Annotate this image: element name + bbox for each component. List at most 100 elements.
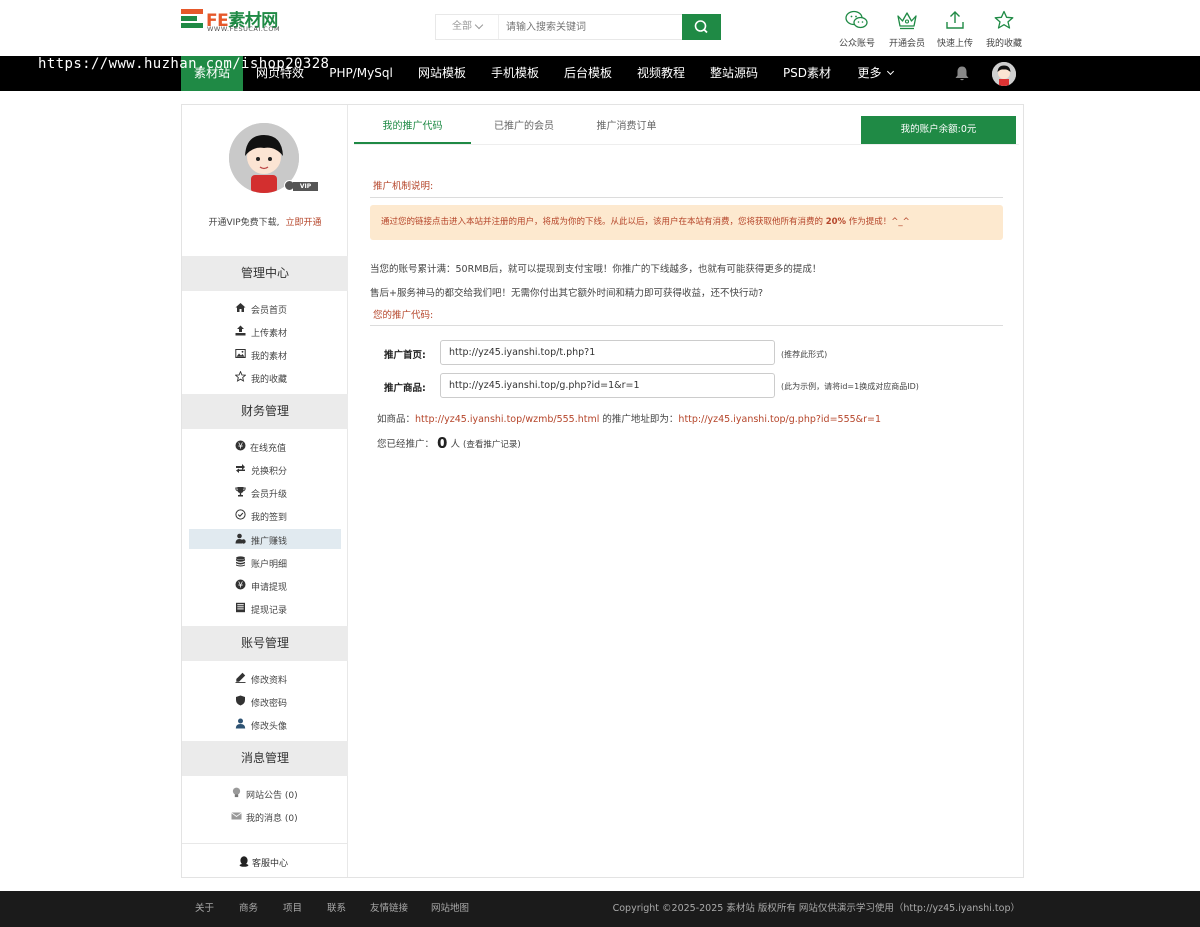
search-bar: 全部 [435, 14, 721, 40]
sidebar-item-upgrade[interactable]: 会员升级 [182, 482, 348, 502]
watermark-text: https://www.huzhan.com/ishop20328 [38, 56, 330, 72]
footer-link-about[interactable]: 关于 [195, 891, 214, 927]
quick-upload-button[interactable]: 快速上传 [935, 10, 975, 49]
my-favorites-label: 我的收藏 [985, 39, 1022, 49]
sidebar-item-label: 推广赚钱 [251, 537, 288, 547]
site-header: FE素材网 WWW.FESUCAI.COM 全部 公众账号 开通会员 快速上传 … [0, 0, 1200, 56]
vip-open-label: 开通会员 [888, 39, 925, 49]
wechat-icon [845, 10, 868, 29]
site-footer: 关于 商务 项目 联系 友情链接 网站地图 Copyright ©2025-20… [0, 891, 1200, 927]
promo-count: 您已经推广： 0 人 (查看推广记录) [377, 433, 521, 452]
sidebar-item-withdraw-records[interactable]: 提现记录 [182, 598, 348, 618]
promotion-notice: 通过您的链接点击进入本站并注册的用户，将成为你的下线。从此以后，该用户在本站有消… [370, 205, 1003, 240]
vip-badge: VIP [284, 180, 318, 191]
wechat-account-button[interactable]: 公众账号 [837, 10, 877, 49]
example-promo-link[interactable]: http://yz45.iyanshi.top/g.php?id=555&r=1 [678, 414, 881, 425]
vip-note-text: 开通VIP免费下载, [208, 218, 280, 228]
nav-item-full-source[interactable]: 整站源码 [702, 56, 766, 91]
vip-open-button[interactable]: 开通会员 [887, 10, 927, 49]
section-management-center: 管理中心 [182, 256, 348, 291]
sidebar-item-change-avatar[interactable]: 修改头像 [182, 714, 348, 734]
example-product-link[interactable]: http://yz45.iyanshi.top/wzmb/555.html [415, 414, 599, 425]
sidebar-item-recharge[interactable]: ¥ 在线充值 [182, 436, 348, 456]
promo-product-url-field[interactable] [440, 373, 775, 398]
sidebar-item-label: 会员升级 [251, 490, 288, 500]
site-logo[interactable]: FE素材网 WWW.FESUCAI.COM [181, 8, 291, 33]
search-category-label: 全部 [452, 21, 472, 32]
sidebar-item-edit-profile[interactable]: 修改资料 [182, 668, 348, 688]
svg-text:¥: ¥ [238, 580, 243, 589]
tab-bar: 我的推广代码 已推广的会员 推广消费订单 [354, 105, 674, 145]
quick-upload-label: 快速上传 [936, 39, 973, 49]
customer-service-label: 客服中心 [252, 859, 289, 869]
star-icon [994, 10, 1014, 29]
image-icon [235, 349, 246, 358]
nav-item-video-tutorials[interactable]: 视频教程 [629, 56, 693, 91]
sidebar-item-checkin[interactable]: 我的签到 [182, 505, 348, 525]
footer-link-contact[interactable]: 联系 [327, 891, 346, 927]
sidebar-item-change-password[interactable]: 修改密码 [182, 691, 348, 711]
account-balance-button[interactable]: 我的账户余额:0元 [861, 116, 1016, 144]
sidebar-item-upload[interactable]: 上传素材 [182, 321, 348, 341]
sidebar-item-exchange-points[interactable]: 兑换积分 [182, 459, 348, 479]
nav-item-mobile-templates[interactable]: 手机模板 [483, 56, 547, 91]
sidebar-item-label: 账户明细 [251, 560, 288, 570]
logo-mark-icon [181, 9, 203, 29]
customer-service-link[interactable]: 客服中心 [182, 843, 348, 877]
user-icon [235, 718, 246, 729]
sidebar-item-my-messages[interactable]: 我的消息 (0) [182, 806, 348, 826]
sidebar-item-favorites[interactable]: 我的收藏 [182, 367, 348, 387]
sidebar-item-promote-earn[interactable]: 推广赚钱 [182, 529, 348, 549]
sidebar-item-announcements[interactable]: 网站公告 (0) [182, 783, 348, 803]
nav-item-psd[interactable]: PSD素材 [775, 56, 839, 91]
footer-link-sitemap[interactable]: 网站地图 [431, 891, 469, 927]
yen-icon: ¥ [235, 579, 246, 590]
nav-item-more[interactable]: 更多 [849, 56, 901, 91]
avatar-icon [992, 62, 1016, 86]
footer-link-friend-links[interactable]: 友情链接 [370, 891, 408, 927]
sidebar-item-member-home[interactable]: 会员首页 [182, 298, 348, 318]
tab-divider [354, 144, 1019, 145]
search-category-select[interactable]: 全部 [436, 15, 499, 39]
nav-item-admin-templates[interactable]: 后台模板 [556, 56, 620, 91]
promo-product-note: (此为示例，请将id=1换成对应商品ID) [781, 382, 919, 391]
example-mid: 的推广地址即为： [602, 414, 679, 425]
my-favorites-button[interactable]: 我的收藏 [984, 10, 1024, 49]
search-button[interactable] [682, 14, 721, 40]
search-input[interactable] [500, 15, 683, 39]
notification-bell[interactable] [954, 65, 970, 86]
bulb-icon [232, 787, 241, 798]
mail-icon [231, 812, 242, 820]
sidebar-item-label: 会员首页 [251, 306, 288, 316]
bell-icon [955, 66, 969, 81]
nav-item-site-templates[interactable]: 网站模板 [410, 56, 474, 91]
user-avatar[interactable] [992, 62, 1016, 86]
chevron-down-icon [886, 67, 894, 76]
star-icon [235, 371, 246, 382]
promo-example: 如商品：http://yz45.iyanshi.top/wzmb/555.htm… [377, 411, 881, 425]
sidebar-item-label: 修改密码 [251, 699, 288, 709]
sidebar-item-label: 网站公告 (0) [246, 791, 298, 801]
divider [370, 197, 1003, 198]
view-promo-records-link[interactable]: (查看推广记录) [463, 440, 521, 450]
vip-open-link[interactable]: 立即开通 [286, 218, 322, 228]
promo-home-url-field[interactable] [440, 340, 775, 365]
sidebar-item-account-details[interactable]: 账户明细 [182, 552, 348, 572]
tab-my-promo-code[interactable]: 我的推广代码 [354, 105, 471, 145]
notice-text-after: 作为提成！^_^ [848, 217, 910, 227]
footer-link-business[interactable]: 商务 [239, 891, 258, 927]
svg-text:¥: ¥ [238, 441, 243, 450]
sidebar-item-label: 我的收藏 [251, 375, 288, 385]
sidebar-item-label: 提现记录 [251, 606, 288, 616]
upload-icon [946, 11, 964, 29]
nav-item-php[interactable]: PHP/MySql [322, 56, 400, 91]
tab-promoted-members[interactable]: 已推广的会员 [484, 105, 564, 145]
wechat-label: 公众账号 [838, 39, 875, 49]
sidebar-item-withdraw[interactable]: ¥ 申请提现 [182, 575, 348, 595]
section-account: 账号管理 [182, 626, 348, 661]
footer-link-projects[interactable]: 项目 [283, 891, 302, 927]
promotion-content: 我的推广代码 已推广的会员 推广消费订单 我的账户余额:0元 推广机制说明: 通… [349, 105, 1024, 877]
tab-promo-orders[interactable]: 推广消费订单 [579, 105, 674, 145]
yen-icon: ¥ [235, 440, 246, 451]
sidebar-item-my-materials[interactable]: 我的素材 [182, 344, 348, 364]
